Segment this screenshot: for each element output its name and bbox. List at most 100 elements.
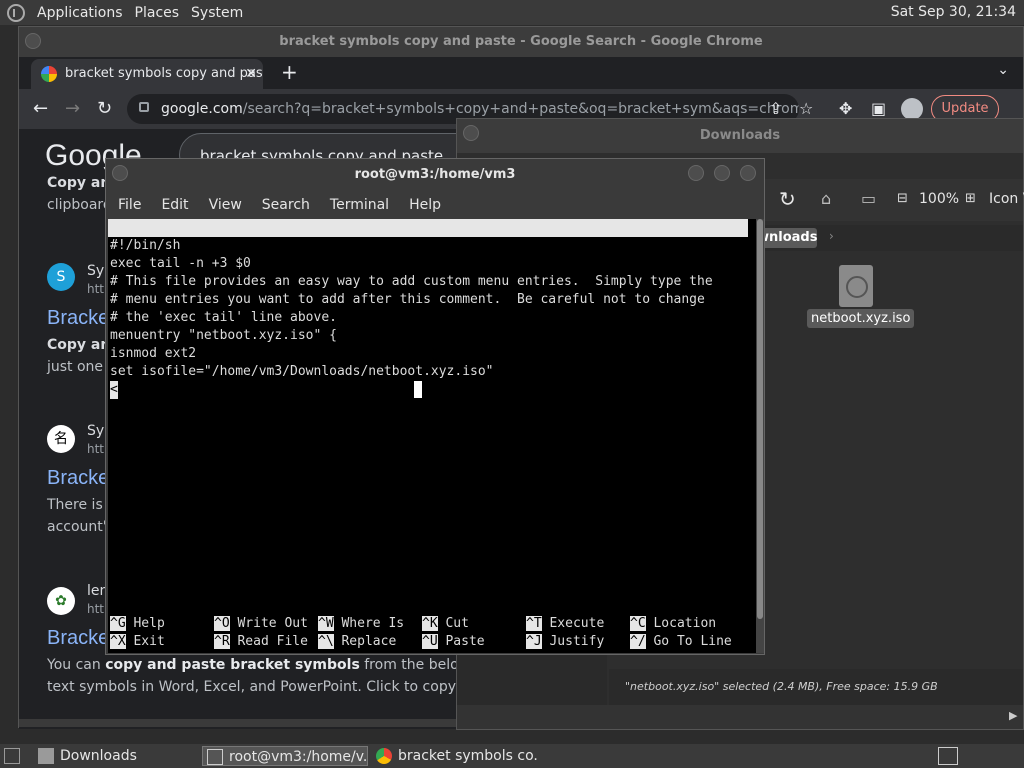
workspace-switcher-icon[interactable] xyxy=(938,747,958,765)
editor-line: menuentry "netboot.xyz.iso" { xyxy=(110,328,337,343)
horizontal-scrollbar[interactable]: ▶ xyxy=(457,705,1023,729)
new-tab-icon[interactable]: + xyxy=(281,60,298,84)
editor-line: #!/bin/sh xyxy=(110,238,181,253)
taskbar-item-chrome[interactable]: bracket symbols co... xyxy=(372,746,538,766)
shortcut-replace[interactable]: ^\ Replace xyxy=(318,633,396,651)
shortcut-location[interactable]: ^C Location xyxy=(630,615,716,633)
terminal-window: root@vm3:/home/vm3 File Edit View Search… xyxy=(105,158,765,655)
path-next-arrow-icon[interactable]: › xyxy=(829,229,834,243)
status-bar: "netboot.xyz.iso" selected (2.4 MB), Fre… xyxy=(609,669,1023,705)
menu-view[interactable]: View xyxy=(209,197,242,213)
reload-icon[interactable]: ↻ xyxy=(97,98,112,119)
tab-strip: bracket symbols copy and paste ✕ + ⌄ xyxy=(19,57,1023,89)
site-favicon-icon: ✿ xyxy=(47,587,75,615)
menu-system[interactable]: System xyxy=(191,5,243,21)
zoom-level: 100% xyxy=(919,191,960,207)
shortcut-cut[interactable]: ^K Cut xyxy=(422,615,469,633)
back-icon[interactable]: ← xyxy=(33,98,48,119)
reload-icon[interactable]: ↻ xyxy=(779,187,796,211)
editor-line: # This file provides an easy way to add … xyxy=(110,274,713,289)
share-icon[interactable]: ⇪ xyxy=(769,99,782,118)
taskbar-item-downloads[interactable]: Downloads xyxy=(34,746,194,766)
snippet-fragment: clipboard xyxy=(47,197,112,213)
url-host: google.com xyxy=(161,101,243,117)
terminal-icon xyxy=(207,749,223,765)
editor-line: # the 'exec tail' line above. xyxy=(110,310,337,325)
editor-line: set isofile="/home/vm3/Downloads/netboot… xyxy=(110,364,494,379)
terminal-menubar: File Edit View Search Terminal Help xyxy=(106,191,764,219)
shortcut-execute[interactable]: ^T Execute xyxy=(526,615,604,633)
top-panel: Applications Places System Sat Sep 30, 2… xyxy=(0,0,1024,25)
site-favicon-icon: 名 xyxy=(47,425,75,453)
maximize-icon[interactable] xyxy=(714,165,730,181)
site-favicon-icon: S xyxy=(47,263,75,291)
extensions-puzzle-icon[interactable]: ✥ xyxy=(839,99,852,118)
folder-icon xyxy=(38,748,54,764)
google-favicon-icon xyxy=(41,66,57,82)
zoom-in-icon[interactable]: ⊞ xyxy=(965,191,976,206)
result-title-link[interactable]: Bracke xyxy=(47,307,109,330)
window-menu-icon[interactable] xyxy=(463,125,479,141)
zoom-out-icon[interactable]: ⊟ xyxy=(897,191,908,206)
menu-search[interactable]: Search xyxy=(262,197,310,213)
window-menu-icon[interactable] xyxy=(112,165,128,181)
shortcut-read-file[interactable]: ^R Read File xyxy=(214,633,308,651)
shortcut-write-out[interactable]: ^O Write Out xyxy=(214,615,308,633)
terminal-titlebar[interactable]: root@vm3:/home/vm3 xyxy=(106,159,764,191)
shortcut-help[interactable]: ^G Help xyxy=(110,615,165,633)
file-label[interactable]: netboot.xyz.iso xyxy=(807,309,915,328)
nano-header: GNU nano 7.2 /etc/grub.d/40_custom Modif… xyxy=(108,219,748,289)
menu-places[interactable]: Places xyxy=(135,5,180,21)
chrome-titlebar[interactable]: bracket symbols copy and paste - Google … xyxy=(19,27,1023,57)
result-snippet: account". xyxy=(47,519,114,535)
iso-file-icon[interactable] xyxy=(839,265,873,307)
clock[interactable]: Sat Sep 30, 21:34 xyxy=(891,4,1016,20)
result-title-link[interactable]: Bracke xyxy=(47,627,109,650)
nano-filename: /etc/grub.d/40_custom xyxy=(358,256,523,271)
menu-applications[interactable]: Applications xyxy=(37,5,123,21)
home-folder-icon[interactable]: ⌂ xyxy=(821,189,831,208)
scroll-right-icon[interactable]: ▶ xyxy=(1009,709,1017,722)
computer-icon[interactable]: ▭ xyxy=(861,189,876,208)
editor-line: # menu entries you want to add after thi… xyxy=(110,292,705,307)
snippet-text: You can xyxy=(47,657,106,673)
file-manager-titlebar[interactable]: Downloads xyxy=(457,119,1023,153)
taskbar: Downloads root@vm3:/home/v... bracket sy… xyxy=(0,744,1024,768)
shortcut-go-to-line[interactable]: ^/ Go To Line xyxy=(630,633,732,651)
minimize-icon[interactable] xyxy=(688,165,704,181)
bookmark-star-icon[interactable]: ☆ xyxy=(799,99,813,118)
terminal-scrollbar-thumb[interactable] xyxy=(757,219,763,619)
shortcut-justify[interactable]: ^J Justify xyxy=(526,633,604,651)
menu-edit[interactable]: Edit xyxy=(161,197,188,213)
profile-avatar[interactable] xyxy=(901,98,923,120)
result-snippet: text symbols in Word, Excel, and PowerPo… xyxy=(47,679,508,695)
tab-search-chevron-icon[interactable]: ⌄ xyxy=(997,62,1009,78)
snippet-bold: copy and paste bracket symbols xyxy=(105,657,360,673)
editor-line: < xyxy=(110,381,118,399)
menu-file[interactable]: File xyxy=(118,197,141,213)
window-menu-icon[interactable] xyxy=(25,33,41,49)
editor-line: isnmod ext2 xyxy=(110,346,197,361)
result-title-link[interactable]: Bracke xyxy=(47,467,109,490)
view-mode-select[interactable]: Icon V xyxy=(989,191,1024,207)
close-tab-icon[interactable]: ✕ xyxy=(245,59,257,89)
distro-logo-icon[interactable] xyxy=(7,3,25,22)
text-cursor xyxy=(414,381,422,398)
chrome-icon xyxy=(376,748,392,764)
shortcut-paste[interactable]: ^U Paste xyxy=(422,633,485,651)
url-path: /search?q=bracket+symbols+copy+and+paste… xyxy=(242,101,799,117)
close-icon[interactable] xyxy=(740,165,756,181)
menu-terminal[interactable]: Terminal xyxy=(330,197,389,213)
forward-icon[interactable]: → xyxy=(65,98,80,119)
menu-help[interactable]: Help xyxy=(409,197,441,213)
show-desktop-icon[interactable] xyxy=(4,748,20,764)
lock-icon[interactable] xyxy=(139,102,149,112)
editor-line: exec tail -n +3 $0 xyxy=(110,256,251,271)
taskbar-item-terminal[interactable]: root@vm3:/home/v... xyxy=(202,746,368,766)
taskbar-item-label: root@vm3:/home/v... xyxy=(229,749,368,765)
shortcut-where-is[interactable]: ^W Where Is xyxy=(318,615,404,633)
shortcut-exit[interactable]: ^X Exit xyxy=(110,633,165,651)
side-panel-icon[interactable]: ▣ xyxy=(871,99,886,118)
tab-google-search[interactable]: bracket symbols copy and paste ✕ xyxy=(31,59,263,89)
terminal-screen[interactable]: GNU nano 7.2 /etc/grub.d/40_custom Modif… xyxy=(108,219,756,653)
